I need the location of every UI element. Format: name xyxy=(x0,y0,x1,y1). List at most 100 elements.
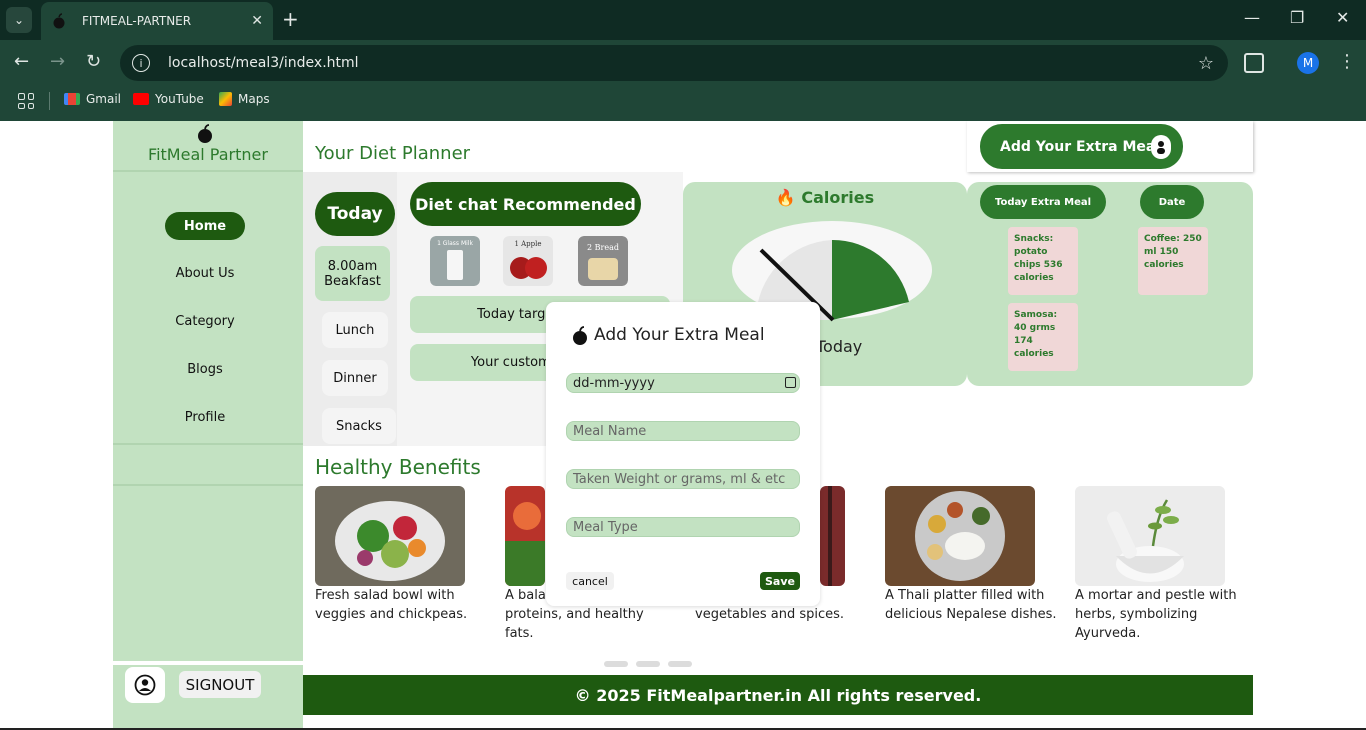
meal-type-input[interactable]: Meal Type xyxy=(566,517,800,537)
sidebar-divider xyxy=(113,484,303,486)
thumb-caption: 1 Apple xyxy=(514,240,541,248)
gmail-icon xyxy=(64,93,80,105)
salad-bowl-image xyxy=(315,486,465,586)
footer: © 2025 FitMealpartner.in All rights rese… xyxy=(303,675,1253,715)
balanced-plate-image xyxy=(505,486,545,586)
calendar-icon[interactable] xyxy=(785,377,796,388)
apps-grid-icon[interactable] xyxy=(18,93,34,109)
extra-meal-note: Snacks: potato chips 536 calories xyxy=(1008,227,1078,295)
carousel-dot[interactable] xyxy=(604,661,628,667)
user-avatar[interactable] xyxy=(125,667,165,703)
fire-icon: 🔥 xyxy=(775,188,796,207)
bookmark-label: YouTube xyxy=(155,92,204,106)
thumb-caption: 1 Glass Milk xyxy=(437,240,473,247)
sidebar: FitMeal Partner Home About Us Category B… xyxy=(113,121,303,730)
benefit-card-text: A mortar and pestle with herbs, symboliz… xyxy=(1075,588,1237,641)
person-icon xyxy=(1151,135,1171,159)
schedule-item-snacks[interactable]: Snacks xyxy=(322,408,396,444)
weight-input[interactable]: Taken Weight or grams, ml & etc xyxy=(566,469,800,489)
apple-favicon-icon xyxy=(53,13,65,29)
sidebar-item-about-us[interactable]: About Us xyxy=(113,266,297,281)
cancel-button[interactable]: cancel xyxy=(566,572,614,590)
browser-menu-icon[interactable]: ⋮ xyxy=(1338,51,1356,72)
apple-logo-icon xyxy=(198,124,212,143)
schedule-item-dinner[interactable]: Dinner xyxy=(322,360,388,396)
sidebar-divider xyxy=(113,443,303,445)
new-tab-button[interactable]: + xyxy=(282,8,299,30)
today-extra-meal-header[interactable]: Today Extra Meal xyxy=(980,185,1106,219)
address-bar[interactable]: i localhost/meal3/index.html ☆ xyxy=(120,45,1228,81)
browser-titlebar: ⌄ FITMEAL-PARTNER ✕ + — ❐ ✕ xyxy=(0,0,1366,40)
add-extra-meal-button[interactable]: Add Your Extra Meal xyxy=(980,124,1183,169)
youtube-icon xyxy=(133,93,149,105)
calories-today-label: Today xyxy=(816,337,863,356)
restore-icon[interactable]: ❐ xyxy=(1290,8,1304,27)
benefits-title: Healthy Benefits xyxy=(315,455,481,479)
add-extra-meal-modal: Add Your Extra Meal dd-mm-yyyy Meal Name… xyxy=(546,302,820,606)
minimize-icon[interactable]: — xyxy=(1244,8,1260,27)
bread-image: 2 Bread xyxy=(578,236,628,286)
date-input[interactable]: dd-mm-yyyy xyxy=(566,373,800,393)
page-title: Your Diet Planner xyxy=(315,143,471,164)
site-info-icon[interactable]: i xyxy=(132,54,150,72)
tab-close-icon[interactable]: ✕ xyxy=(251,13,263,29)
signout-button[interactable]: SIGNOUT xyxy=(179,671,261,698)
thali-platter-image xyxy=(885,486,1035,586)
thumb-caption: 2 Bread xyxy=(587,243,619,252)
sidebar-item-category[interactable]: Category xyxy=(113,314,297,329)
bookmark-gmail[interactable]: Gmail xyxy=(64,92,121,106)
apple-image: 1 Apple xyxy=(503,236,553,286)
bookmark-label: Gmail xyxy=(86,92,122,106)
page: FitMeal Partner Home About Us Category B… xyxy=(0,121,1366,730)
meal-name-input[interactable]: Meal Name xyxy=(566,421,800,441)
bookmark-star-icon[interactable]: ☆ xyxy=(1198,53,1214,74)
bookmark-youtube[interactable]: YouTube xyxy=(133,92,204,106)
sidebar-item-blogs[interactable]: Blogs xyxy=(113,362,297,377)
add-extra-meal-label: Add Your Extra Meal xyxy=(1000,138,1161,155)
sidebar-item-home[interactable]: Home xyxy=(165,212,245,240)
user-icon xyxy=(134,674,156,696)
bookmarks-bar: Gmail YouTube Maps xyxy=(0,86,1366,121)
apple-icon xyxy=(573,326,587,345)
carousel-dot[interactable] xyxy=(668,661,692,667)
nepali-food-image xyxy=(820,486,845,586)
calories-title: 🔥 Calories xyxy=(683,188,967,207)
extra-meal-header: Add Your Extra Meal xyxy=(967,121,1253,172)
sidebar-item-profile[interactable]: Profile xyxy=(113,410,297,425)
date-header[interactable]: Date xyxy=(1140,185,1204,219)
reload-icon[interactable]: ↻ xyxy=(86,52,101,72)
brand-name: FitMeal Partner xyxy=(148,145,268,164)
modal-title: Add Your Extra Meal xyxy=(594,325,765,345)
bookmark-maps[interactable]: Maps xyxy=(219,92,270,106)
benefit-card-text: Fresh salad bowl with veggies and chickp… xyxy=(315,588,468,622)
back-icon[interactable]: ← xyxy=(14,52,29,72)
window-close-icon[interactable]: ✕ xyxy=(1336,8,1349,27)
diet-recommended-button[interactable]: Diet chat Recommended xyxy=(410,182,641,226)
forward-icon[interactable]: → xyxy=(50,52,65,72)
url-text[interactable]: localhost/meal3/index.html xyxy=(168,55,359,71)
sidebar-divider xyxy=(113,170,303,172)
browser-toolbar: ← → ↻ i localhost/meal3/index.html ☆ M ⋮ xyxy=(0,40,1366,86)
save-button[interactable]: Save xyxy=(760,572,800,590)
bookmarks-divider xyxy=(49,92,50,110)
sidebar-divider xyxy=(113,661,303,665)
browser-tab[interactable]: FITMEAL-PARTNER ✕ xyxy=(41,2,273,40)
tab-search-button[interactable]: ⌄ xyxy=(6,7,32,33)
extensions-icon[interactable] xyxy=(1244,53,1264,73)
schedule-item-breakfast[interactable]: 8.00am Beakfast xyxy=(315,246,390,301)
extra-meals-panel: Today Extra Meal Date Snacks: potato chi… xyxy=(967,182,1253,386)
extra-meal-note: Coffee: 250 ml 150 calories xyxy=(1138,227,1208,295)
schedule-item-lunch[interactable]: Lunch xyxy=(322,312,388,348)
carousel-dot[interactable] xyxy=(636,661,660,667)
milk-glass-image: 1 Glass Milk xyxy=(430,236,480,286)
calories-title-text: Calories xyxy=(801,188,875,207)
tab-title: FITMEAL-PARTNER xyxy=(82,14,192,28)
profile-avatar[interactable]: M xyxy=(1297,52,1319,74)
benefit-card-text: A Thali platter filled with delicious Ne… xyxy=(885,588,1057,622)
mortar-pestle-image xyxy=(1075,486,1225,586)
maps-icon xyxy=(219,92,232,106)
extra-meal-note: Samosa: 40 grms 174 calories xyxy=(1008,303,1078,371)
bookmark-label: Maps xyxy=(238,92,270,106)
today-button[interactable]: Today xyxy=(315,192,395,236)
date-value: dd-mm-yyyy xyxy=(573,375,655,391)
